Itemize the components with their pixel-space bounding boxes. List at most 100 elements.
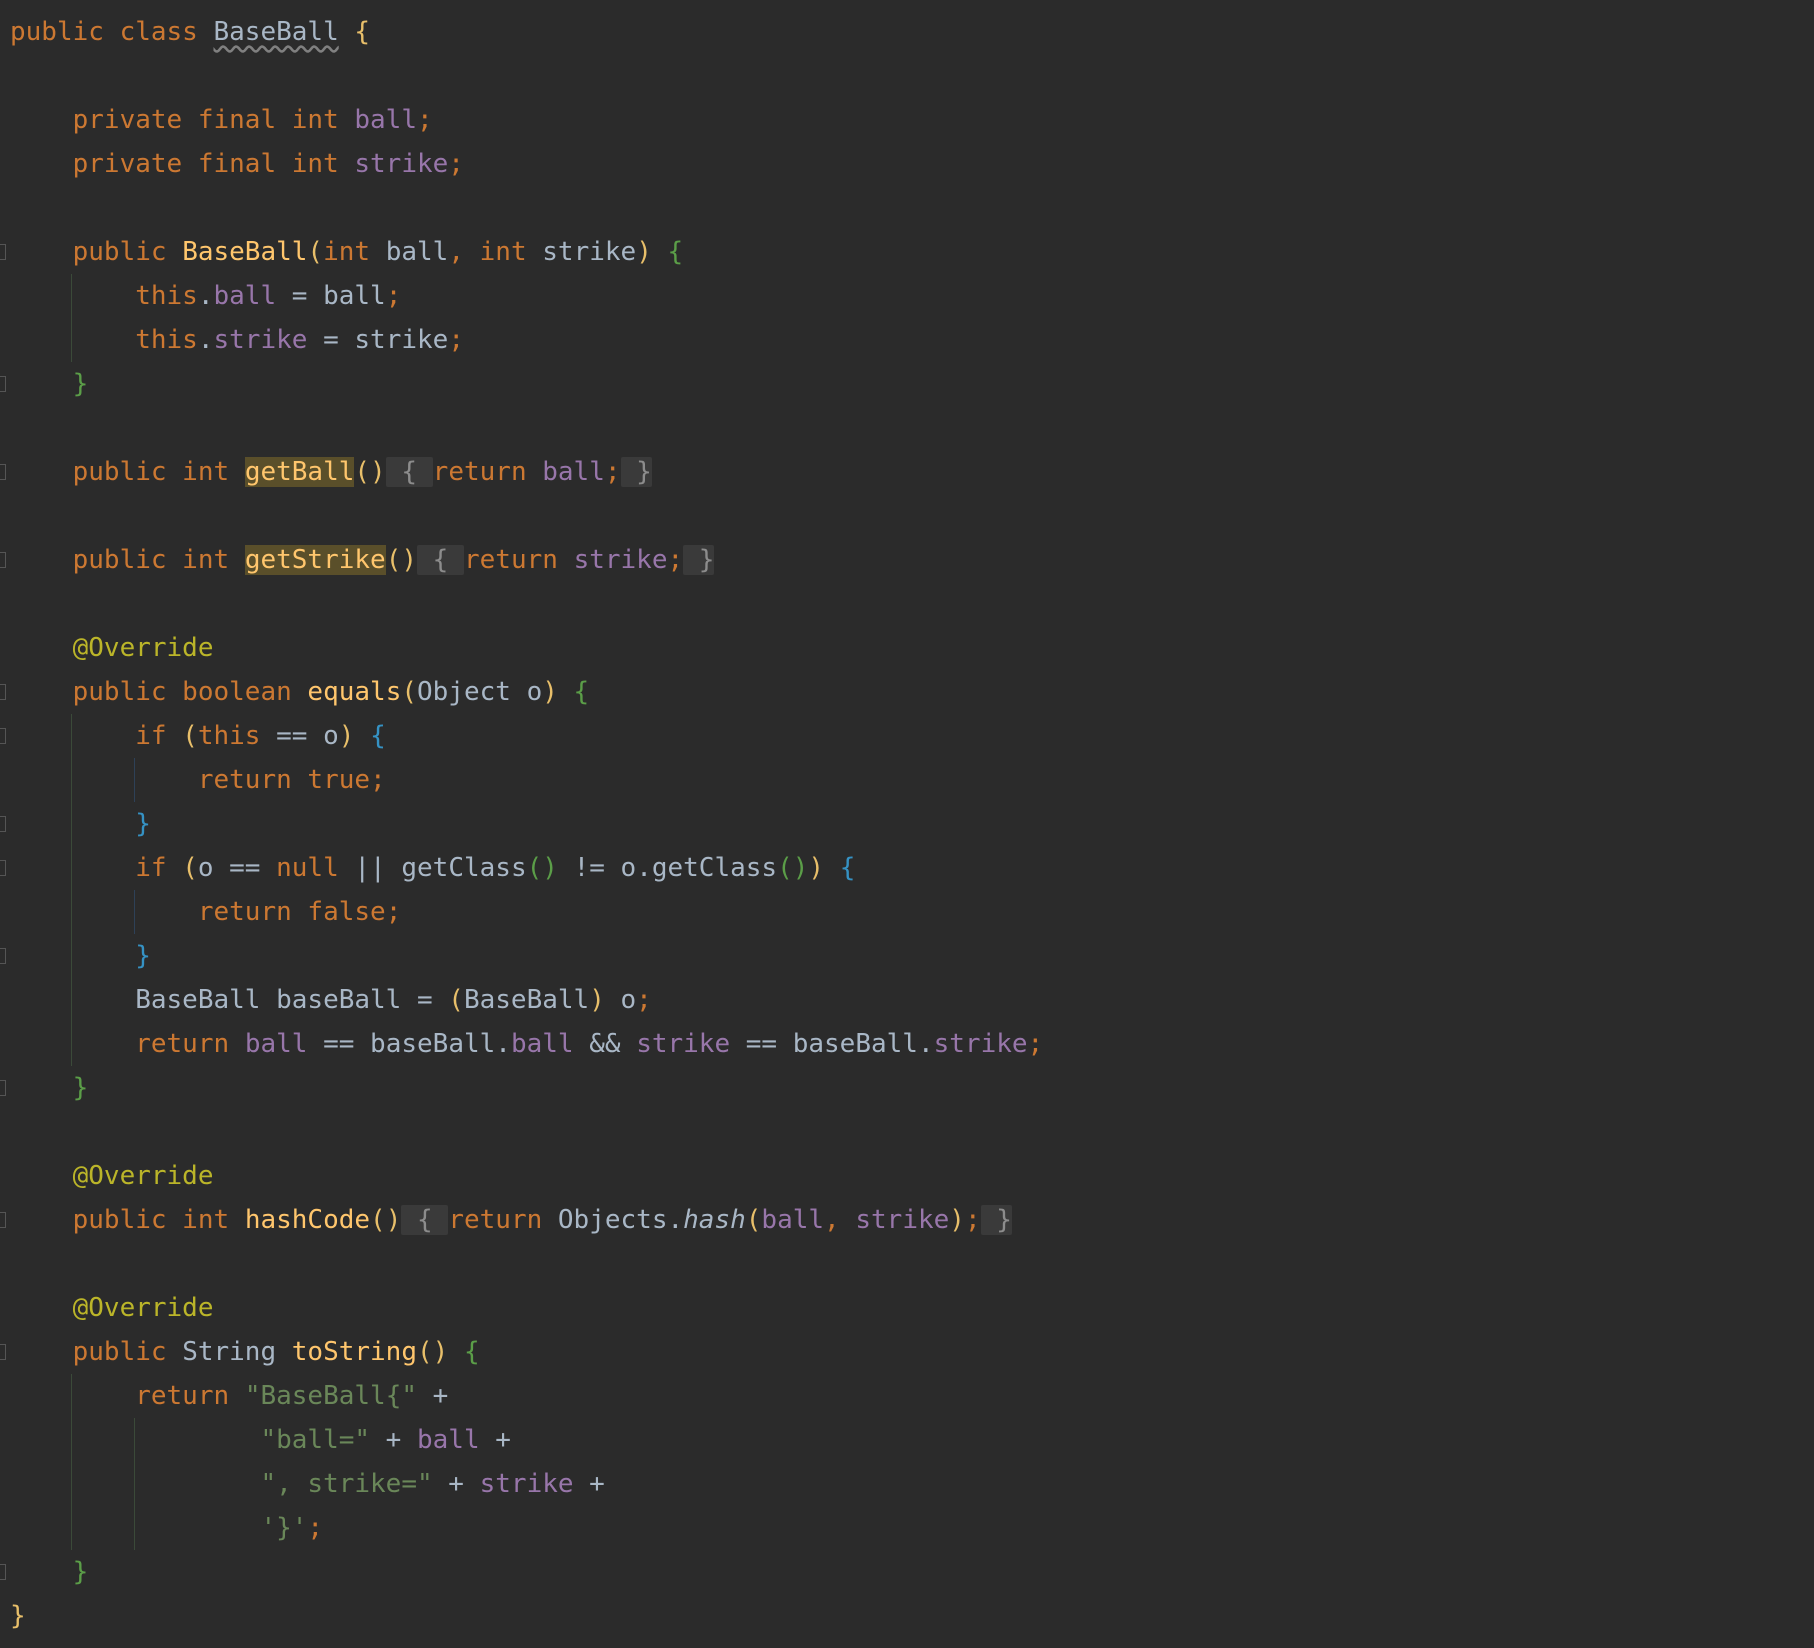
code-line[interactable]: }: [10, 362, 1814, 406]
code-token: @Override: [10, 633, 214, 663]
code-line[interactable]: ", strike=" + strike +: [10, 1462, 1814, 1506]
code-line[interactable]: if (o == null || getClass() != o.getClas…: [10, 846, 1814, 890]
code-line[interactable]: public class BaseBall {: [10, 10, 1814, 54]
code-token: int: [323, 237, 386, 267]
code-line[interactable]: public String toString() {: [10, 1330, 1814, 1374]
code-line[interactable]: BaseBall baseBall = (BaseBall) o;: [10, 978, 1814, 1022]
code-line[interactable]: this.ball = ball;: [10, 274, 1814, 318]
code-line[interactable]: return true;: [10, 758, 1814, 802]
code-token: ball: [244, 1029, 308, 1059]
fold-marker-icon[interactable]: [0, 860, 6, 876]
code-token: ball: [510, 1029, 574, 1059]
code-token: hashCode: [244, 1205, 371, 1235]
code-token: {: [573, 677, 590, 707]
fold-marker-icon[interactable]: [0, 1564, 6, 1580]
code-token: BaseBall: [213, 17, 339, 47]
code-token: ball: [213, 281, 277, 311]
code-token: BaseBall: [463, 985, 590, 1015]
fold-marker-icon[interactable]: [0, 728, 6, 744]
code-line[interactable]: return ball == baseBall.ball && strike =…: [10, 1022, 1814, 1066]
code-line[interactable]: }: [10, 934, 1814, 978]
code-token: private final int: [10, 149, 355, 179]
code-token: (): [354, 457, 386, 487]
code-token: null: [276, 853, 339, 883]
code-token: ): [808, 853, 825, 883]
code-token: ;: [385, 281, 402, 311]
code-token: private final int: [10, 105, 355, 135]
fold-marker-icon[interactable]: [0, 1212, 6, 1228]
fold-marker-icon[interactable]: [0, 1344, 6, 1360]
code-line[interactable]: @Override: [10, 1286, 1814, 1330]
code-token: getClass: [401, 853, 527, 883]
code-line[interactable]: public BaseBall(int ball, int strike) {: [10, 230, 1814, 274]
code-line[interactable]: private final int strike;: [10, 142, 1814, 186]
code-line[interactable]: [10, 54, 1814, 98]
code-line[interactable]: public int hashCode() { return Objects.h…: [10, 1198, 1814, 1242]
code-line[interactable]: @Override: [10, 626, 1814, 670]
code-line[interactable]: public boolean equals(Object o) {: [10, 670, 1814, 714]
fold-marker-icon[interactable]: [0, 376, 6, 392]
code-token: hash: [683, 1205, 746, 1235]
code-line[interactable]: [10, 406, 1814, 450]
code-token: public int: [10, 545, 245, 575]
fold-marker-icon[interactable]: [0, 552, 6, 568]
fold-marker-icon[interactable]: [0, 684, 6, 700]
code-token: }: [72, 1557, 89, 1587]
code-line[interactable]: private final int ball;: [10, 98, 1814, 142]
code-line[interactable]: public int getStrike() { return strike; …: [10, 538, 1814, 582]
code-token: ): [589, 985, 605, 1015]
code-line[interactable]: [10, 1110, 1814, 1154]
code-token: +: [573, 1469, 605, 1499]
code-token: getBall: [244, 457, 355, 487]
code-line[interactable]: return false;: [10, 890, 1814, 934]
code-token: public: [10, 1337, 183, 1367]
fold-marker-icon[interactable]: [0, 1080, 6, 1096]
code-line[interactable]: [10, 1242, 1814, 1286]
code-token: }: [135, 941, 151, 971]
code-token: o: [323, 721, 339, 751]
code-line[interactable]: }: [10, 1066, 1814, 1110]
code-line[interactable]: "ball=" + ball +: [10, 1418, 1814, 1462]
code-editor[interactable]: public class BaseBall { private final in…: [0, 0, 1814, 1648]
code-token: Object: [417, 677, 527, 707]
code-token: return: [463, 545, 574, 575]
code-token: == baseBall.: [307, 1029, 511, 1059]
code-line[interactable]: return "BaseBall{" +: [10, 1374, 1814, 1418]
code-line[interactable]: [10, 494, 1814, 538]
fold-marker-icon[interactable]: [0, 816, 6, 832]
code-token: }: [135, 809, 151, 839]
code-token: BaseBall baseBall =: [10, 985, 449, 1015]
code-token: {: [839, 853, 856, 883]
fold-marker-icon[interactable]: [0, 464, 6, 480]
fold-marker-icon[interactable]: [0, 244, 6, 260]
code-token: +: [432, 1469, 480, 1499]
code-token: ;: [667, 545, 684, 575]
code-token: ball: [761, 1205, 825, 1235]
code-token: toString: [291, 1337, 417, 1367]
code-line[interactable]: if (this == o) {: [10, 714, 1814, 758]
code-line[interactable]: }: [10, 1594, 1814, 1638]
code-token: }: [620, 457, 652, 487]
code-token: return true: [10, 765, 371, 795]
code-line[interactable]: [10, 186, 1814, 230]
code-line[interactable]: '}';: [10, 1506, 1814, 1550]
code-token: "BaseBall{": [244, 1381, 417, 1411]
code-line[interactable]: }: [10, 802, 1814, 846]
code-token: {: [354, 17, 371, 47]
code-line[interactable]: [10, 582, 1814, 626]
fold-marker-icon[interactable]: [0, 948, 6, 964]
code-line[interactable]: public int getBall() { return ball; }: [10, 450, 1814, 494]
code-token: ): [338, 721, 355, 751]
code-token: public boolean: [10, 677, 308, 707]
code-line[interactable]: }: [10, 1550, 1814, 1594]
code-token: "ball=": [260, 1425, 371, 1455]
code-token: equals: [307, 677, 402, 707]
code-line[interactable]: this.strike = strike;: [10, 318, 1814, 362]
code-line[interactable]: @Override: [10, 1154, 1814, 1198]
